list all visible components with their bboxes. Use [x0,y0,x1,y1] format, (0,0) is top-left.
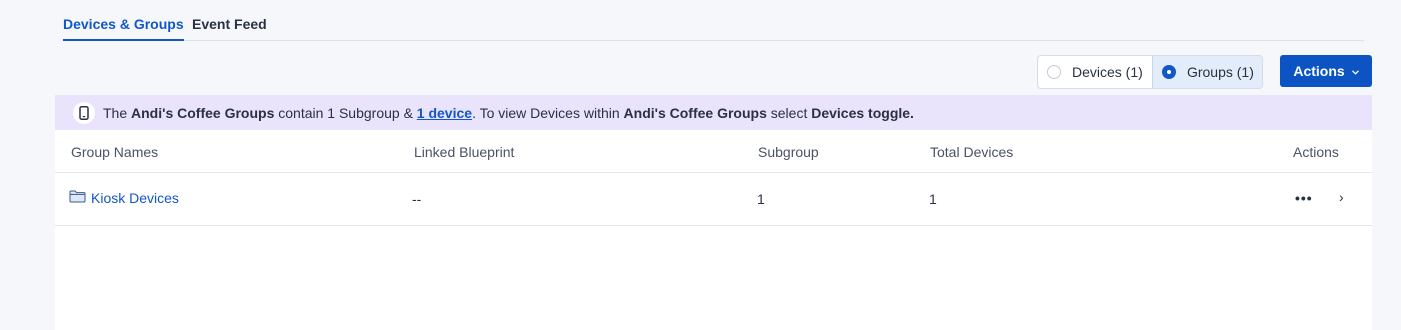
tab-event-feed[interactable]: Event Feed [192,14,267,39]
info-banner: The Andi's Coffee Groups contain 1 Subgr… [55,95,1372,130]
group-name-link[interactable]: Kiosk Devices [91,190,179,206]
tab-devices-groups[interactable]: Devices & Groups [63,14,184,41]
banner-text-1: The [103,104,132,121]
header-group-names[interactable]: Group Names [71,144,158,160]
banner-text-4: select [766,104,812,121]
banner-text-3: . To view Devices within [472,104,624,121]
devices-radio[interactable] [1047,65,1061,79]
devices-toggle-label: Devices (1) [1072,64,1143,80]
header-actions: Actions [1293,144,1339,160]
subgroup-cell: 1 [757,191,765,207]
table-row[interactable]: Kiosk Devices -- 1 1 ••• › [55,173,1372,226]
header-linked-blueprint[interactable]: Linked Blueprint [414,144,514,160]
header-subgroup[interactable]: Subgroup [758,144,819,160]
devices-toggle-option[interactable]: Devices (1) [1038,56,1152,88]
chevron-right-icon[interactable]: › [1339,189,1344,205]
header-total-devices[interactable]: Total Devices [930,144,1013,160]
more-options-icon[interactable]: ••• [1295,190,1313,206]
groups-toggle-option[interactable]: Groups (1) [1151,56,1262,88]
banner-text-2: contain 1 Subgroup & [274,104,417,121]
banner-toggle-hint: Devices toggle. [811,104,914,121]
table-header: Group Names Linked Blueprint Subgroup To… [55,130,1372,173]
total-devices-cell: 1 [929,191,937,207]
groups-toggle-label: Groups (1) [1186,64,1254,80]
actions-button-label: Actions [1293,63,1345,79]
banner-group-name-2: Andi's Coffee Groups [623,104,767,121]
groups-panel: The Andi's Coffee Groups contain 1 Subgr… [55,95,1372,330]
group-name-cell[interactable]: Kiosk Devices [69,190,179,206]
folder-icon [69,190,86,206]
linked-blueprint-cell: -- [412,191,422,207]
actions-button[interactable]: Actions [1280,55,1372,87]
banner-device-link[interactable]: 1 device [417,105,472,121]
banner-group-name: Andi's Coffee Groups [131,104,275,121]
banner-text: The Andi's Coffee Groups contain 1 Subgr… [103,105,914,121]
mobile-device-icon [73,101,95,124]
chevron-down-icon [1351,68,1359,77]
devices-groups-toggle: Devices (1) Groups (1) [1037,55,1263,89]
groups-radio[interactable] [1161,65,1176,79]
tab-bar: Devices & Groups Event Feed [63,0,1364,41]
